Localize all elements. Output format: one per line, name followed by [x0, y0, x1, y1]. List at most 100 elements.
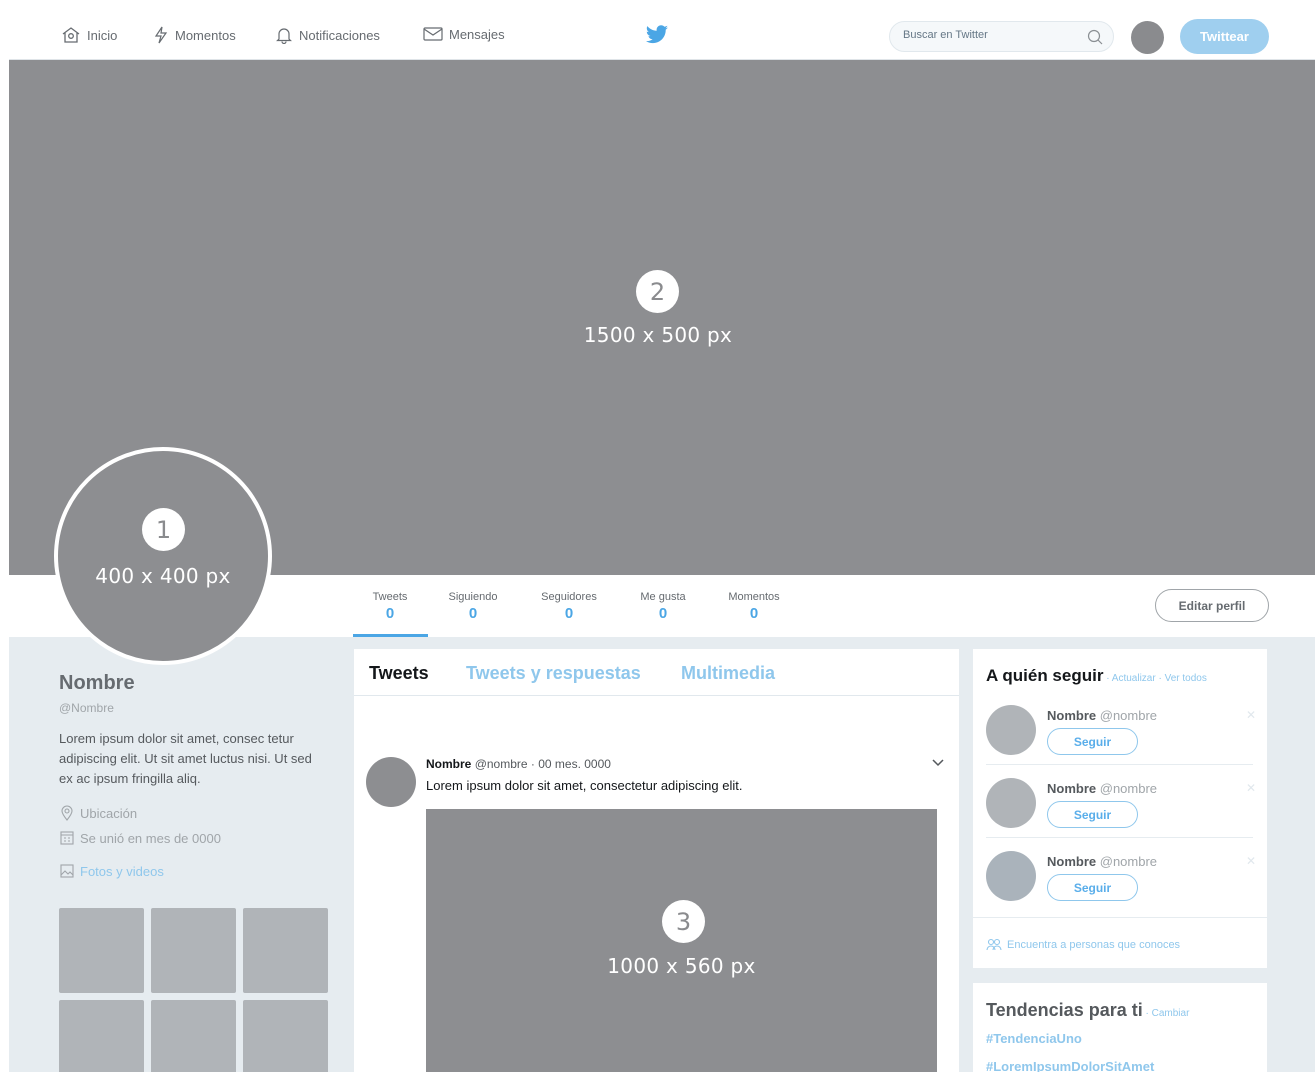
- banner-number-badge: 2: [636, 270, 679, 313]
- suggestion-item: Nombre @nombre Seguir ✕: [986, 778, 1266, 851]
- stat-moments[interactable]: Momentos 0: [719, 591, 789, 622]
- dismiss-icon[interactable]: ✕: [1246, 781, 1256, 795]
- follow-button[interactable]: Seguir: [1047, 728, 1138, 755]
- stat-tweets-label: Tweets: [372, 591, 408, 603]
- trend-item[interactable]: #TendenciaUno: [986, 1031, 1082, 1046]
- trends-change-link[interactable]: · Cambiar: [1143, 1008, 1189, 1019]
- suggestion-name-text: Nombre: [1047, 854, 1097, 869]
- stat-moments-label: Momentos: [728, 591, 780, 603]
- dismiss-icon[interactable]: ✕: [1246, 854, 1256, 868]
- profile-bio: Lorem ipsum dolor sit amet, consec tetur…: [59, 731, 312, 786]
- chevron-down-icon[interactable]: [931, 758, 945, 768]
- profile-location-text: Ubicación: [80, 805, 138, 821]
- timeline-tabs: Tweets Tweets y respuestas Multimedia: [354, 649, 959, 696]
- banner-dimensions: 1500 x 500 px: [583, 323, 733, 347]
- dismiss-icon[interactable]: ✕: [1246, 708, 1256, 722]
- profile-joined-text: Se unió en mes de 0000: [80, 830, 221, 846]
- home-icon: [62, 27, 80, 43]
- who-to-follow-title: A quién seguir: [986, 666, 1104, 685]
- stat-following[interactable]: Siguiendo 0: [441, 591, 505, 622]
- photo-thumb[interactable]: [151, 908, 236, 993]
- tab-media[interactable]: Multimedia: [681, 663, 775, 684]
- suggestion-avatar[interactable]: [986, 705, 1036, 755]
- trends-title: Tendencias para ti: [986, 1000, 1143, 1020]
- stat-followers-label: Seguidores: [541, 591, 597, 603]
- divider: [973, 917, 1267, 918]
- photo-thumb[interactable]: [243, 908, 328, 993]
- timeline: Tweets Tweets y respuestas Multimedia No…: [354, 649, 959, 1072]
- divider: [986, 837, 1253, 838]
- profile-name: Nombre: [59, 672, 135, 694]
- stat-following-value: 0: [468, 605, 478, 622]
- photos-videos-link[interactable]: Fotos y videos: [59, 863, 334, 879]
- search-icon[interactable]: [1087, 29, 1103, 45]
- who-to-follow-refresh-link[interactable]: · Actualizar · Ver todos: [1103, 673, 1207, 684]
- stat-following-label: Siguiendo: [448, 591, 498, 603]
- tweet-author-name[interactable]: Nombre: [426, 757, 471, 771]
- nav-moments-label: Momentos: [175, 27, 236, 43]
- nav-moments[interactable]: Momentos: [153, 26, 236, 44]
- people-icon: [986, 938, 1002, 951]
- tab-tweets[interactable]: Tweets: [369, 663, 429, 684]
- suggestion-item: Nombre @nombre Seguir ✕: [986, 705, 1266, 778]
- nav-home-label: Inicio: [87, 27, 118, 43]
- find-people-link[interactable]: Encuentra a personas que conoces: [986, 938, 1180, 952]
- suggestion-handle: @nombre: [1099, 781, 1158, 796]
- twitter-bird-icon[interactable]: [645, 25, 669, 45]
- nav-notifications[interactable]: Notificaciones: [275, 26, 380, 44]
- suggestion-name[interactable]: Nombre @nombre: [1047, 854, 1157, 869]
- suggestion-avatar[interactable]: [986, 851, 1036, 901]
- tweet-meta: @nombre · 00 mes. 0000: [474, 757, 611, 771]
- nav-messages-label: Mensajes: [449, 26, 505, 42]
- tweet-button[interactable]: Twittear: [1180, 19, 1269, 54]
- tab-tweets-replies[interactable]: Tweets y respuestas: [466, 663, 641, 684]
- edit-profile-button[interactable]: Editar perfil: [1155, 589, 1269, 622]
- stat-followers-value: 0: [564, 605, 574, 622]
- profile-avatar-placeholder: 1 400 x 400 px: [54, 447, 272, 665]
- avatar-number-badge: 1: [142, 508, 185, 551]
- find-people-label: Encuentra a personas que conoces: [1007, 939, 1181, 951]
- suggestion-avatar[interactable]: [986, 778, 1036, 828]
- tweet-avatar[interactable]: [366, 757, 416, 807]
- suggestion-item: Nombre @nombre Seguir ✕: [986, 851, 1266, 924]
- photo-thumb[interactable]: [151, 1000, 236, 1072]
- search-input[interactable]: [901, 28, 1075, 42]
- lightning-icon: [154, 26, 168, 44]
- location-pin-icon: [61, 805, 73, 821]
- photos-videos-label: Fotos y videos: [80, 863, 164, 879]
- follow-button[interactable]: Seguir: [1047, 874, 1138, 901]
- photo-thumb[interactable]: [59, 908, 144, 993]
- who-to-follow-header: A quién seguir · Actualizar · Ver todos: [986, 666, 1207, 686]
- page: Inicio Momentos Notificaciones Mensajes …: [9, 12, 1315, 1072]
- trend-item[interactable]: #LoremIpsumDolorSitAmet: [986, 1059, 1154, 1072]
- calendar-icon: [60, 831, 74, 845]
- active-stat-underline: [353, 634, 428, 637]
- tweet-media-placeholder: 3 1000 x 560 px: [426, 809, 937, 1072]
- search-box[interactable]: [889, 21, 1114, 52]
- suggestion-handle: @nombre: [1099, 854, 1158, 869]
- suggestion-name[interactable]: Nombre @nombre: [1047, 708, 1157, 723]
- tweet-header: Nombre @nombre · 00 mes. 0000: [426, 757, 611, 771]
- divider: [986, 764, 1253, 765]
- envelope-icon: [423, 27, 443, 41]
- stat-likes-value: 0: [658, 605, 668, 622]
- suggestion-name-text: Nombre: [1047, 708, 1097, 723]
- stat-followers[interactable]: Seguidores 0: [533, 591, 605, 622]
- nav-notifications-label: Notificaciones: [299, 27, 380, 43]
- photo-thumb[interactable]: [243, 1000, 328, 1072]
- photo-thumb[interactable]: [59, 1000, 144, 1072]
- stat-likes[interactable]: Me gusta 0: [633, 591, 693, 622]
- profile-location: Ubicación: [59, 805, 334, 821]
- nav-home[interactable]: Inicio: [61, 26, 117, 44]
- suggestion-name[interactable]: Nombre @nombre: [1047, 781, 1157, 796]
- stat-moments-value: 0: [749, 605, 759, 622]
- bell-icon: [276, 28, 292, 44]
- nav-messages[interactable]: Mensajes: [423, 26, 505, 42]
- follow-button[interactable]: Seguir: [1047, 801, 1138, 828]
- stat-tweets[interactable]: Tweets 0: [366, 591, 414, 622]
- top-nav: Inicio Momentos Notificaciones Mensajes …: [9, 12, 1315, 60]
- user-avatar[interactable]: [1131, 21, 1164, 54]
- who-to-follow-card: A quién seguir · Actualizar · Ver todos …: [973, 649, 1267, 968]
- profile-joined: Se unió en mes de 0000: [59, 830, 334, 846]
- trends-card: Tendencias para ti · Cambiar #TendenciaU…: [973, 983, 1267, 1072]
